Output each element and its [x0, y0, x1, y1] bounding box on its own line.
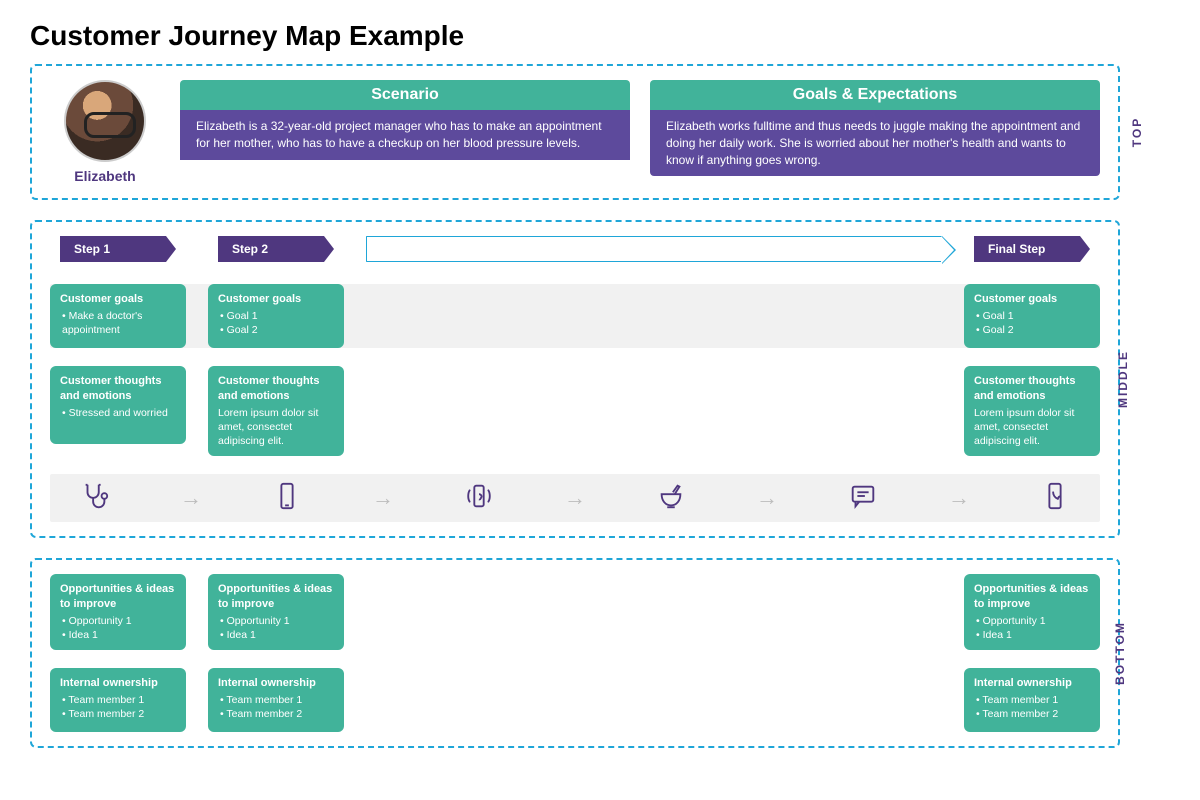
goals-card: Goals & Expectations Elizabeth works ful…	[650, 80, 1100, 176]
goals-heading: Goals & Expectations	[650, 80, 1100, 110]
final-opps-card: Opportunities & ideas to improve Opportu…	[964, 574, 1100, 650]
step-1-chevron: Step 1	[60, 236, 166, 262]
final-owner-list: Team member 1 Team member 2	[974, 693, 1090, 721]
step1-goals-title: Customer goals	[60, 292, 176, 307]
final-opps-title: Opportunities & ideas to improve	[974, 582, 1090, 612]
step2-owner-card: Internal ownership Team member 1 Team me…	[208, 668, 344, 732]
zone-label-top: TOP	[1130, 117, 1144, 147]
step2-goals-card: Customer goals Goal 1 Goal 2	[208, 284, 344, 348]
step2-thoughts-title: Customer thoughts and emotions	[218, 374, 334, 404]
step1-goals-card: Customer goals Make a doctor's appointme…	[50, 284, 186, 348]
page-title: Customer Journey Map Example	[30, 20, 1170, 52]
goals-body: Elizabeth works fulltime and thus needs …	[650, 110, 1100, 176]
step2-opps-title: Opportunities & ideas to improve	[218, 582, 334, 612]
arrow-icon: →	[948, 485, 970, 511]
list-item: Opportunity 1	[220, 614, 334, 628]
phone-call-icon	[1040, 481, 1070, 516]
step2-opps-card: Opportunities & ideas to improve Opportu…	[208, 574, 344, 650]
zone-label-middle: MIDDLE	[1116, 350, 1130, 408]
step1-opps-card: Opportunities & ideas to improve Opportu…	[50, 574, 186, 650]
zone-bottom: BOTTOM Opportunities & ideas to improve …	[30, 558, 1120, 748]
persona-block: Elizabeth	[50, 80, 160, 184]
final-goals-card: Customer goals Goal 1 Goal 2	[964, 284, 1100, 348]
list-item: Team member 1	[220, 693, 334, 707]
step1-opps-list: Opportunity 1 Idea 1	[60, 614, 176, 642]
list-item: Idea 1	[220, 628, 334, 642]
list-item: Make a doctor's appointment	[62, 309, 176, 337]
mortar-icon	[656, 481, 686, 516]
step1-owner-title: Internal ownership	[60, 676, 176, 691]
list-item: Team member 1	[976, 693, 1090, 707]
final-thoughts-card: Customer thoughts and emotions Lorem ips…	[964, 366, 1100, 456]
step2-opps-list: Opportunity 1 Idea 1	[218, 614, 334, 642]
step1-thoughts-list: Stressed and worried	[60, 406, 176, 420]
avatar	[64, 80, 146, 162]
phone-ring-icon	[464, 481, 494, 516]
list-item: Team member 2	[62, 707, 176, 721]
arrow-icon: →	[372, 485, 394, 511]
step1-owner-card: Internal ownership Team member 1 Team me…	[50, 668, 186, 732]
step1-owner-list: Team member 1 Team member 2	[60, 693, 176, 721]
zone-label-bottom: BOTTOM	[1113, 621, 1127, 685]
step2-thoughts-card: Customer thoughts and emotions Lorem ips…	[208, 366, 344, 456]
final-owner-title: Internal ownership	[974, 676, 1090, 691]
list-item: Goal 1	[976, 309, 1090, 323]
final-goals-list: Goal 1 Goal 2	[974, 309, 1090, 337]
touchpoint-strip: → → → → →	[50, 474, 1100, 522]
step2-goals-list: Goal 1 Goal 2	[218, 309, 334, 337]
list-item: Goal 2	[220, 323, 334, 337]
list-item: Opportunity 1	[976, 614, 1090, 628]
zone-top: TOP Elizabeth Scenario Elizabeth is a 32…	[30, 64, 1120, 200]
final-thoughts-body: Lorem ipsum dolor sit amet, consectet ad…	[974, 406, 1090, 449]
list-item: Opportunity 1	[62, 614, 176, 628]
list-item: Goal 2	[976, 323, 1090, 337]
step1-opps-title: Opportunities & ideas to improve	[60, 582, 176, 612]
step1-thoughts-card: Customer thoughts and emotions Stressed …	[50, 366, 186, 444]
list-item: Stressed and worried	[62, 406, 176, 420]
step-2-chevron: Step 2	[218, 236, 324, 262]
final-step-chevron: Final Step	[974, 236, 1080, 262]
ellipsis-chevron	[366, 236, 942, 262]
chat-icon	[848, 481, 878, 516]
arrow-icon: →	[564, 485, 586, 511]
list-item: Team member 2	[976, 707, 1090, 721]
list-item: Idea 1	[62, 628, 176, 642]
list-item: Goal 1	[220, 309, 334, 323]
zone-middle: MIDDLE Step 1 Step 2 Final Step Customer…	[30, 220, 1120, 538]
final-goals-title: Customer goals	[974, 292, 1090, 307]
arrow-icon: →	[756, 485, 778, 511]
final-opps-list: Opportunity 1 Idea 1	[974, 614, 1090, 642]
final-owner-card: Internal ownership Team member 1 Team me…	[964, 668, 1100, 732]
arrow-icon: →	[180, 485, 202, 511]
step1-thoughts-title: Customer thoughts and emotions	[60, 374, 176, 404]
scenario-body: Elizabeth is a 32-year-old project manag…	[180, 110, 630, 160]
list-item: Idea 1	[976, 628, 1090, 642]
scenario-card: Scenario Elizabeth is a 32-year-old proj…	[180, 80, 630, 168]
final-thoughts-title: Customer thoughts and emotions	[974, 374, 1090, 404]
persona-name: Elizabeth	[50, 168, 160, 184]
step1-goals-list: Make a doctor's appointment	[60, 309, 176, 337]
step2-owner-title: Internal ownership	[218, 676, 334, 691]
step2-owner-list: Team member 1 Team member 2	[218, 693, 334, 721]
stethoscope-icon	[80, 481, 110, 516]
phone-icon	[272, 481, 302, 516]
scenario-heading: Scenario	[180, 80, 630, 110]
list-item: Team member 2	[220, 707, 334, 721]
step2-thoughts-body: Lorem ipsum dolor sit amet, consectet ad…	[218, 406, 334, 449]
step2-goals-title: Customer goals	[218, 292, 334, 307]
list-item: Team member 1	[62, 693, 176, 707]
